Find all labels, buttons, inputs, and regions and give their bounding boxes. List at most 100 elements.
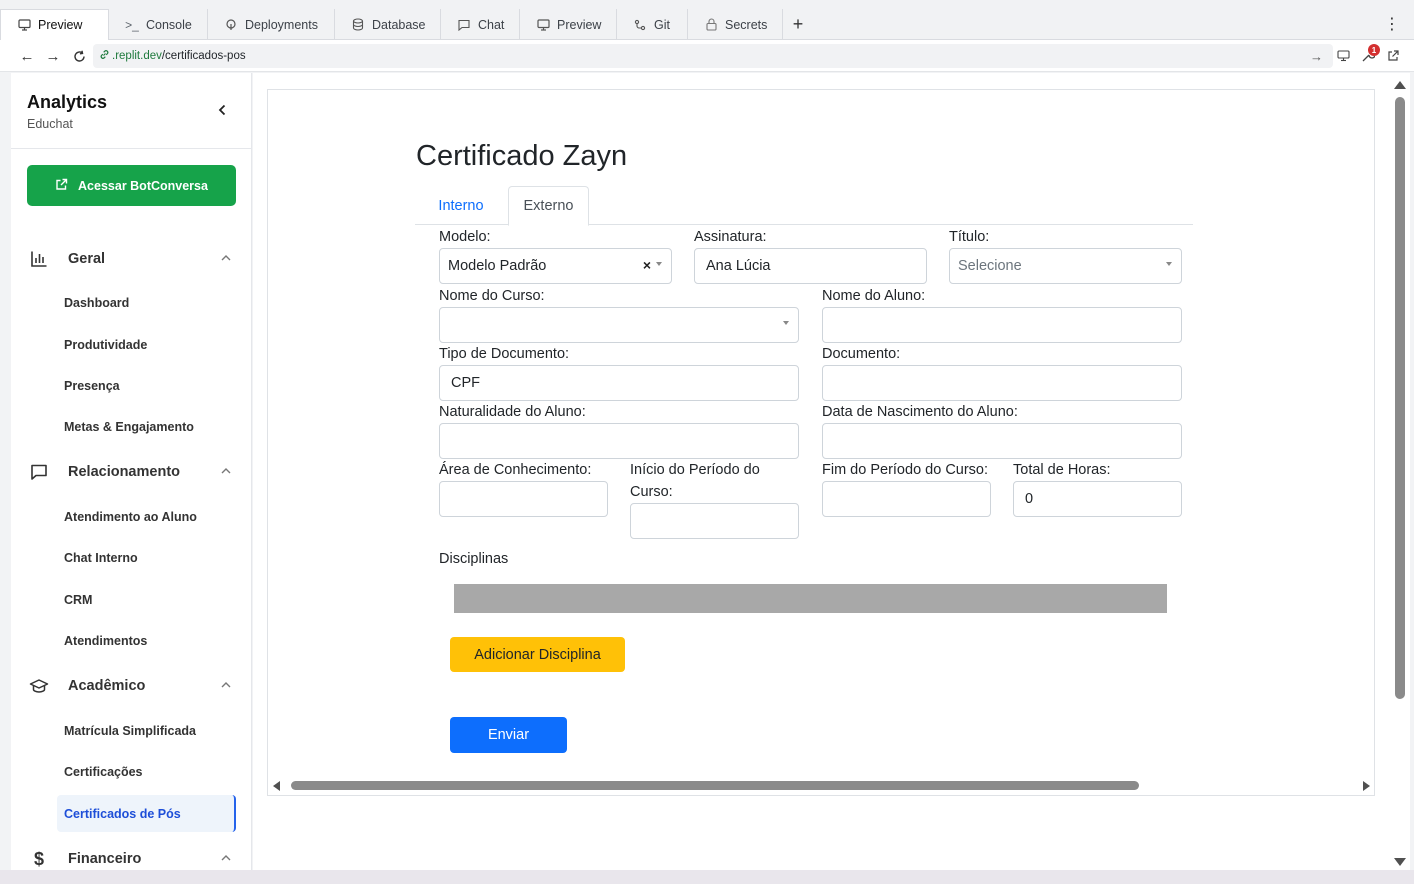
- scroll-left-icon[interactable]: [273, 781, 280, 791]
- tab-preview-2[interactable]: Preview: [520, 9, 617, 40]
- acessar-botconversa-button[interactable]: Acessar BotConversa: [27, 165, 236, 206]
- horas-label: Total de Horas:: [1013, 462, 1111, 478]
- enviar-button[interactable]: Enviar: [450, 717, 567, 753]
- fim-label: Fim do Período do Curso:: [822, 462, 989, 478]
- sidebar-item-chat-interno[interactable]: Chat Interno: [64, 551, 138, 565]
- external-link-icon: [55, 178, 68, 194]
- nascimento-field[interactable]: [822, 423, 1182, 459]
- scroll-thumb[interactable]: [291, 781, 1139, 790]
- tab-label: Preview: [38, 18, 83, 32]
- address-field[interactable]: .replit.dev/certificados-pos →: [93, 44, 1333, 68]
- new-tab-button[interactable]: +: [788, 14, 808, 34]
- collapse-sidebar-icon[interactable]: [214, 102, 230, 118]
- section-relacionamento[interactable]: Relacionamento: [27, 457, 236, 487]
- back-arrow-icon[interactable]: ←: [18, 47, 36, 65]
- main-content: Certificado Zayn Interno Externo Modelo:…: [253, 73, 1390, 870]
- link-icon: [99, 49, 110, 63]
- nascimento-label: Data de Nascimento do Aluno:: [822, 404, 1018, 420]
- curso-label: Nome do Curso:: [439, 288, 545, 304]
- documento-label: Documento:: [822, 346, 901, 362]
- fim-field[interactable]: [822, 481, 991, 517]
- chat-icon: [457, 18, 471, 32]
- tab-label: Preview: [557, 17, 602, 32]
- scroll-thumb[interactable]: [1395, 97, 1405, 699]
- caret-down-icon: [1166, 262, 1172, 266]
- tab-interno[interactable]: Interno: [415, 186, 507, 225]
- forward-arrow-icon[interactable]: →: [44, 47, 62, 65]
- assinatura-value: Ana Lúcia: [706, 258, 771, 274]
- sidebar-item-certificacoes[interactable]: Certificações: [64, 765, 143, 779]
- sidebar-item-crm[interactable]: CRM: [64, 593, 92, 607]
- message-square-icon: [27, 460, 51, 484]
- page-title: Certificado Zayn: [416, 140, 628, 172]
- tab-secrets[interactable]: Secrets: [688, 9, 783, 40]
- sidebar-item-matricula[interactable]: Matrícula Simplificada: [64, 724, 196, 738]
- lock-icon: [704, 18, 718, 32]
- sidebar-item-dashboard[interactable]: Dashboard: [64, 296, 129, 310]
- tab-preview[interactable]: Preview: [0, 9, 109, 40]
- vertical-scrollbar[interactable]: [1390, 73, 1410, 870]
- clear-icon[interactable]: ×: [643, 257, 651, 273]
- tab-git[interactable]: Git: [617, 9, 688, 40]
- chevron-up-icon: [220, 465, 232, 477]
- inicio-label: Início do Período do Curso:: [630, 459, 760, 504]
- disciplinas-label: Disciplinas: [439, 551, 509, 567]
- section-label: Financeiro: [68, 851, 142, 867]
- sidebar-item-atendimento-aluno[interactable]: Atendimento ao Aluno: [64, 510, 197, 524]
- deploy-icon: [224, 18, 238, 32]
- tab-externo[interactable]: Externo: [508, 186, 589, 226]
- certificate-frame: Certificado Zayn Interno Externo Modelo:…: [267, 89, 1375, 796]
- chevron-up-icon: [220, 852, 232, 864]
- inicio-field[interactable]: [630, 503, 799, 539]
- bot-button-label: Acessar BotConversa: [78, 178, 208, 193]
- section-financeiro[interactable]: $ Financeiro: [27, 844, 236, 870]
- section-geral[interactable]: Geral: [27, 244, 236, 274]
- section-academico[interactable]: Acadêmico: [27, 671, 236, 701]
- tab-label: Database: [372, 17, 426, 32]
- disciplinas-list: [454, 584, 1167, 613]
- horizontal-scrollbar[interactable]: [271, 778, 1371, 794]
- tab-label: Chat: [478, 17, 505, 32]
- inicio-label-line2: Curso:: [630, 484, 673, 501]
- sidebar-item-produtividade[interactable]: Produtividade: [64, 338, 147, 352]
- tab-database[interactable]: Database: [335, 9, 441, 40]
- scroll-up-icon[interactable]: [1394, 81, 1406, 89]
- modelo-select[interactable]: Modelo Padrão ×: [439, 248, 672, 284]
- area-field[interactable]: [439, 481, 608, 517]
- devices-icon[interactable]: [1335, 47, 1353, 65]
- terminal-icon: >_: [125, 17, 139, 32]
- tipo-doc-label: Tipo de Documento:: [439, 346, 570, 362]
- sidebar-item-presenca[interactable]: Presença: [64, 379, 120, 393]
- assinatura-field[interactable]: Ana Lúcia: [694, 248, 927, 284]
- documento-field[interactable]: [822, 365, 1182, 401]
- sidebar-item-certificados-pos[interactable]: Certificados de Pós: [57, 795, 236, 832]
- sidebar-item-metas[interactable]: Metas & Engajamento: [64, 420, 194, 434]
- inicio-label-line1: Início do Período do: [630, 462, 760, 478]
- adicionar-disciplina-button[interactable]: Adicionar Disciplina: [450, 637, 625, 672]
- tab-label: Git: [654, 17, 670, 32]
- tipo-doc-value: CPF: [451, 375, 480, 391]
- tab-label: Console: [146, 17, 192, 32]
- horas-field[interactable]: 0: [1013, 481, 1182, 517]
- curso-select[interactable]: [439, 307, 799, 343]
- naturalidade-field[interactable]: [439, 423, 799, 459]
- monitor-icon: [17, 18, 31, 32]
- tab-deployments[interactable]: Deployments: [208, 9, 335, 40]
- external-link-icon[interactable]: [1384, 47, 1402, 65]
- database-icon: [351, 18, 365, 32]
- sidebar-item-atendimentos[interactable]: Atendimentos: [64, 634, 147, 648]
- url-path: /certificados-pos: [161, 50, 246, 62]
- app-subtitle: Educhat: [27, 117, 73, 131]
- more-options-icon[interactable]: ⋮: [1384, 14, 1400, 34]
- scroll-right-icon[interactable]: [1363, 781, 1370, 791]
- go-arrow-icon[interactable]: →: [1310, 49, 1323, 64]
- reload-icon[interactable]: [70, 47, 88, 65]
- form-tabs: Interno Externo: [415, 186, 1193, 226]
- tab-chat[interactable]: Chat: [441, 9, 520, 40]
- url-domain: .replit.dev: [112, 50, 162, 62]
- titulo-select[interactable]: Selecione: [949, 248, 1182, 284]
- scroll-down-icon[interactable]: [1394, 858, 1406, 866]
- tab-console[interactable]: >_ Console: [109, 9, 208, 40]
- aluno-field[interactable]: [822, 307, 1182, 343]
- tipo-doc-field[interactable]: CPF: [439, 365, 799, 401]
